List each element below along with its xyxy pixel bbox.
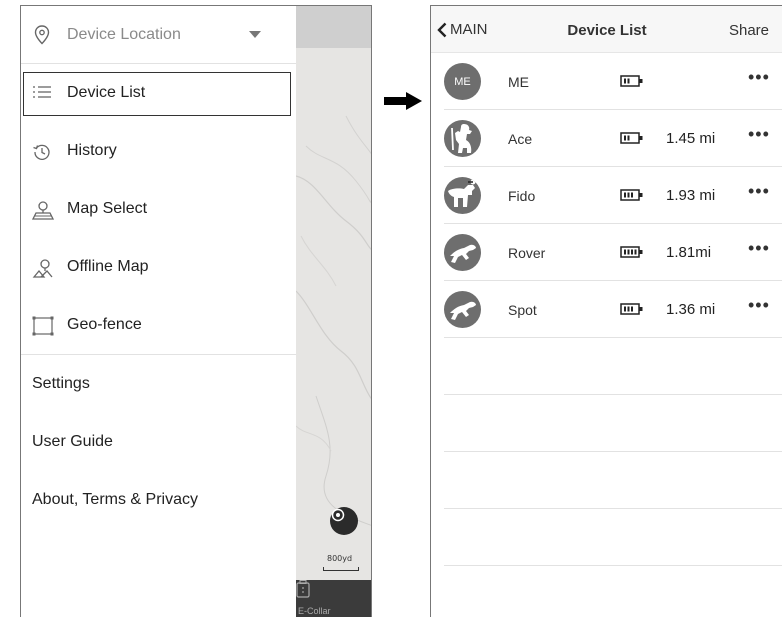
- menu-item-label: History: [67, 142, 117, 159]
- battery-level-bar: [624, 249, 626, 255]
- battery-icon: [620, 75, 643, 87]
- offline-map-icon: [32, 259, 53, 278]
- ecollar-tab-label: E-Collar: [298, 606, 331, 616]
- battery-icon: [620, 132, 643, 144]
- device-row[interactable]: Fido 1.93 mi •••: [444, 167, 782, 224]
- avatar-initials: ME: [454, 75, 471, 88]
- more-options-button[interactable]: •••: [748, 295, 770, 316]
- battery-level-bar: [631, 192, 633, 198]
- ecollar-icon: [296, 580, 310, 598]
- device-name: Rover: [508, 245, 546, 261]
- battery-level-bar: [627, 78, 630, 84]
- menu-item-label: Map Select: [67, 200, 148, 217]
- empty-list-row: [444, 338, 782, 395]
- location-pin-icon: [34, 25, 50, 45]
- map-roads: [296, 115, 371, 526]
- device-distance: 1.81mi: [666, 244, 712, 261]
- map-scale-label: 800yd: [327, 554, 353, 563]
- dog-sitting-icon: [450, 123, 472, 153]
- menu-item-label: Device List: [67, 84, 146, 101]
- menu-link-user-guide[interactable]: User Guide: [32, 433, 113, 451]
- device-avatar: [444, 291, 481, 328]
- menu-item-geo-fence[interactable]: Geo-fence: [21, 304, 296, 348]
- empty-list-row: [444, 452, 782, 509]
- device-distance: 1.36 mi: [666, 301, 716, 318]
- history-icon: [33, 144, 50, 160]
- battery-level-bar: [631, 249, 633, 255]
- battery-level-bar: [627, 249, 630, 255]
- map-scale-bar: [323, 567, 359, 571]
- caret-down-icon: [249, 31, 261, 38]
- device-row[interactable]: Ace 1.45 mi •••: [444, 110, 782, 167]
- menu-item-device-list[interactable]: Device List: [23, 72, 291, 116]
- device-name: Ace: [508, 131, 533, 147]
- device-name: Fido: [508, 188, 536, 204]
- device-distance: 1.93 mi: [666, 187, 716, 204]
- device-row[interactable]: Spot 1.36 mi •••: [444, 281, 782, 338]
- battery-level-bar: [627, 135, 630, 141]
- device-avatar: ME: [444, 63, 481, 100]
- list-icon: [33, 86, 51, 98]
- device-row[interactable]: Rover 1.81mi •••: [444, 224, 782, 281]
- menu-item-map-select[interactable]: Map Select: [21, 188, 296, 232]
- battery-level-bar: [624, 306, 626, 312]
- device-row[interactable]: ME ME •••: [444, 53, 782, 110]
- more-options-button[interactable]: •••: [748, 124, 770, 145]
- dog-running-icon: [449, 244, 476, 263]
- locate-me-button[interactable]: [330, 507, 358, 535]
- dog-running-icon: [449, 301, 476, 320]
- device-avatar: [444, 234, 481, 271]
- menu-item-label: Offline Map: [67, 258, 149, 275]
- side-menu: Device Location Device List History Map …: [21, 6, 296, 617]
- geofence-icon: [32, 316, 54, 336]
- more-options-button[interactable]: •••: [748, 238, 770, 259]
- menu-link-settings[interactable]: Settings: [32, 375, 90, 393]
- dog-pointing-icon: [447, 179, 475, 207]
- battery-level-bar: [627, 306, 630, 312]
- device-name: ME: [508, 74, 529, 90]
- device-avatar: [444, 177, 481, 214]
- device-location-dropdown[interactable]: Device Location: [21, 6, 296, 64]
- battery-icon: [620, 303, 643, 315]
- battery-level-bar: [624, 192, 626, 198]
- device-avatar: [444, 120, 481, 157]
- right-arrow-icon: [384, 92, 422, 110]
- battery-level-bar: [624, 78, 626, 84]
- more-options-button[interactable]: •••: [748, 181, 770, 202]
- crosshair-icon: [331, 508, 345, 522]
- menu-item-offline-map[interactable]: Offline Map: [21, 246, 296, 290]
- empty-list-row: [444, 395, 782, 452]
- map-pin-icon: [32, 201, 54, 220]
- empty-list-row: [444, 509, 782, 566]
- battery-level-bar: [631, 306, 633, 312]
- device-location-label: Device Location: [67, 26, 181, 43]
- menu-item-label: Geo-fence: [67, 316, 142, 333]
- battery-icon: [620, 246, 643, 258]
- device-name: Spot: [508, 302, 537, 318]
- device-distance: 1.45 mi: [666, 130, 716, 147]
- nav-bar: MAIN Device List Share: [431, 6, 782, 53]
- battery-level-bar: [624, 135, 626, 141]
- menu-divider: [21, 354, 296, 355]
- menu-link-about[interactable]: About, Terms & Privacy: [32, 491, 198, 509]
- map-view[interactable]: 800yd E-Collar: [296, 6, 371, 617]
- menu-item-history[interactable]: History: [21, 130, 296, 174]
- device-list-screen: MAIN Device List Share ME ME ••• Ace 1.45 m…: [430, 5, 782, 617]
- battery-level-bar: [634, 249, 637, 255]
- battery-level-bar: [627, 192, 630, 198]
- more-options-button[interactable]: •••: [748, 67, 770, 88]
- empty-list-row: [444, 566, 782, 617]
- menu-screen: 800yd E-Collar Device Location Device Li…: [20, 5, 372, 617]
- share-button[interactable]: Share: [729, 22, 769, 39]
- battery-icon: [620, 189, 643, 201]
- ecollar-tab[interactable]: E-Collar: [296, 580, 371, 617]
